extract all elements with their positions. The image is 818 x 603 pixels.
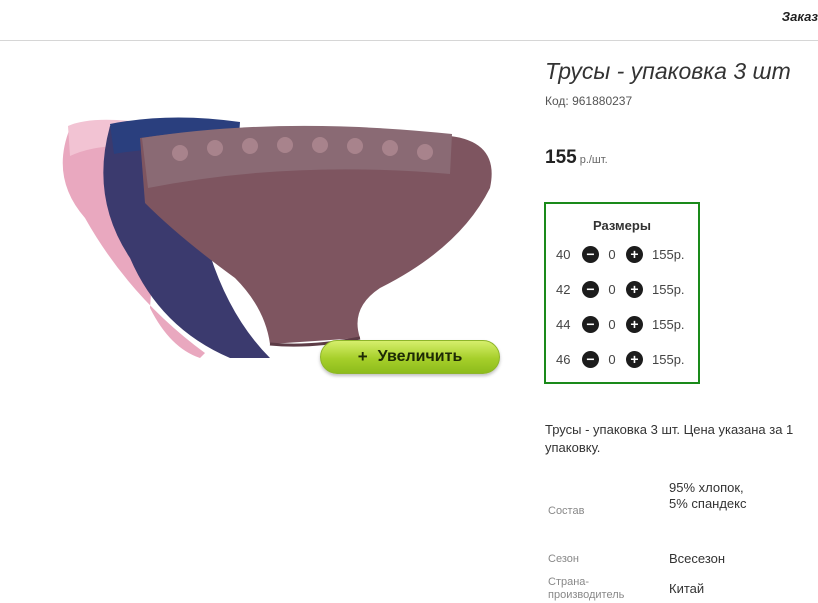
plus-icon[interactable]: + — [626, 281, 643, 298]
product-sku: Код: 961880237 — [545, 94, 633, 108]
product-price: 155 р./шт. — [545, 147, 608, 169]
product-title: Трусы - упаковка 3 шт — [545, 58, 791, 84]
size-label: 46 — [556, 352, 571, 367]
size-label: 40 — [556, 247, 571, 262]
size-label: 42 — [556, 282, 571, 297]
size-quantity: 0 — [608, 247, 616, 262]
plus-icon[interactable]: + — [626, 351, 643, 368]
minus-icon[interactable]: − — [582, 351, 599, 368]
sizes-title: Размеры — [593, 218, 651, 233]
product-description: Трусы - упаковка 3 шт. Цена указана за 1… — [545, 422, 794, 455]
size-quantity: 0 — [608, 352, 616, 367]
price-unit: р./шт. — [579, 154, 608, 166]
plus-icon: + — [357, 347, 368, 366]
attribute-value: Китай — [669, 581, 705, 596]
attribute-value: 95% хлопок, 5% спандекс — [669, 480, 747, 511]
size-price: 155р. — [652, 317, 685, 332]
size-quantity: 0 — [608, 317, 616, 332]
minus-icon[interactable]: − — [582, 316, 599, 333]
sizes-panel: Размеры 40 − 0 + 155р. 42 − 0 + 155р. 44… — [544, 202, 700, 384]
size-row: 46 − 0 + 155р. — [546, 349, 698, 371]
size-label: 44 — [556, 317, 571, 332]
size-price: 155р. — [652, 247, 685, 262]
plus-icon[interactable]: + — [626, 246, 643, 263]
minus-icon[interactable]: − — [582, 281, 599, 298]
price-value: 155 — [545, 147, 577, 168]
top-bar: Заказ — [0, 0, 818, 41]
plus-icon[interactable]: + — [626, 316, 643, 333]
size-quantity: 0 — [608, 282, 616, 297]
size-row: 42 − 0 + 155р. — [546, 279, 698, 301]
size-row: 40 − 0 + 155р. — [546, 244, 698, 266]
size-row: 44 − 0 + 155р. — [546, 314, 698, 336]
attribute-label: Состав — [548, 505, 585, 517]
product-image[interactable] — [30, 108, 510, 378]
size-price: 155р. — [652, 352, 685, 367]
size-price: 155р. — [652, 282, 685, 297]
attribute-label: Страна-производитель — [548, 576, 625, 601]
attribute-label: Сезон — [548, 553, 579, 565]
minus-icon[interactable]: − — [582, 246, 599, 263]
zoom-button[interactable]: + Увеличить — [320, 340, 500, 374]
zoom-button-label: Увеличить — [377, 348, 463, 365]
order-link[interactable]: Заказ — [782, 9, 818, 24]
attribute-value: Всесезон — [669, 551, 726, 566]
